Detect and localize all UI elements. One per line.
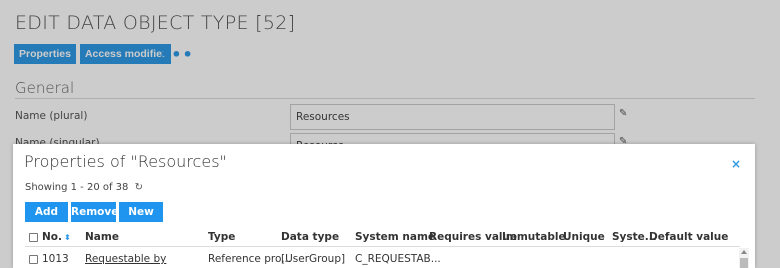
cell-no: 1013 — [42, 253, 69, 265]
cell-name-link[interactable]: Requestable by — [85, 253, 166, 265]
table-scrollbar[interactable] — [739, 248, 749, 268]
cell-data-type: [UserGroup] — [281, 253, 346, 265]
modal-title: Properties of "Resources" — [24, 152, 227, 171]
table-header: No. ⬍ Name Type Data type System name Req… — [25, 229, 740, 247]
cell-system-name: C_REQUESTAB... — [355, 253, 441, 265]
column-header-system-name[interactable]: System name — [355, 231, 435, 243]
pagination-status: Showing 1 - 20 of 38 ↻ — [25, 182, 143, 193]
sort-icon[interactable]: ⬍ — [64, 233, 71, 242]
add-button[interactable]: Add — [25, 202, 68, 222]
column-header-type[interactable]: Type — [208, 231, 235, 243]
new-button[interactable]: New — [119, 202, 163, 222]
column-header-unique[interactable]: Unique — [563, 231, 605, 243]
column-header-no[interactable]: No. ⬍ — [42, 231, 71, 243]
column-header-data-type[interactable]: Data type — [281, 231, 339, 243]
scroll-thumb[interactable] — [740, 258, 748, 268]
properties-modal: Properties of "Resources" × Showing 1 - … — [13, 144, 755, 268]
scroll-up-icon[interactable] — [741, 250, 747, 254]
table-row[interactable]: 1013 Requestable by Reference pro... [Us… — [25, 251, 740, 268]
row-checkbox[interactable] — [29, 253, 38, 265]
select-all-checkbox[interactable] — [29, 231, 38, 243]
column-header-immutable[interactable]: Immutable — [502, 231, 566, 243]
close-icon[interactable]: × — [731, 157, 741, 171]
cell-type: Reference pro... — [208, 253, 292, 265]
refresh-icon[interactable]: ↻ — [135, 182, 143, 193]
column-header-name[interactable]: Name — [85, 231, 119, 243]
column-header-default-value[interactable]: Default value — [649, 231, 728, 243]
showing-text: Showing 1 - 20 of 38 — [25, 182, 129, 193]
action-buttons: Add Remove New — [25, 202, 163, 222]
remove-button[interactable]: Remove — [71, 202, 118, 222]
